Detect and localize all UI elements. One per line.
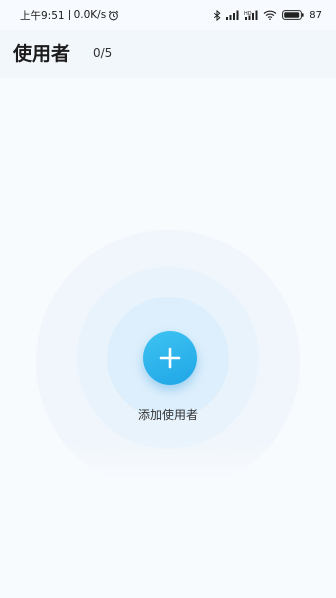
ring-fade xyxy=(0,440,336,520)
add-user-label[interactable]: 添加使用者 xyxy=(0,406,336,423)
status-divider xyxy=(68,10,70,20)
plus-icon xyxy=(159,347,181,369)
header: 使用者 0/5 xyxy=(0,30,336,78)
wifi-icon xyxy=(263,10,277,20)
battery-percent: 87 xyxy=(309,9,322,21)
svg-text:HD: HD xyxy=(244,11,252,17)
signal-hd-icon: HD xyxy=(244,10,258,20)
user-count: 0/5 xyxy=(93,46,113,60)
status-right: HD 87 xyxy=(213,9,322,21)
main-content: 添加使用者 xyxy=(0,78,336,598)
status-bar: 上午9:51 0.0K/s HD 87 xyxy=(0,0,336,30)
network-speed: 0.0K/s xyxy=(73,9,107,21)
page-title: 使用者 xyxy=(13,43,71,65)
status-left: 上午9:51 0.0K/s xyxy=(20,8,119,23)
signal-icon xyxy=(226,10,239,20)
battery-icon xyxy=(282,10,304,20)
add-user-button[interactable] xyxy=(143,331,197,385)
bluetooth-icon xyxy=(213,9,221,21)
alarm-icon xyxy=(108,10,119,21)
status-time: 上午9:51 xyxy=(20,9,65,22)
